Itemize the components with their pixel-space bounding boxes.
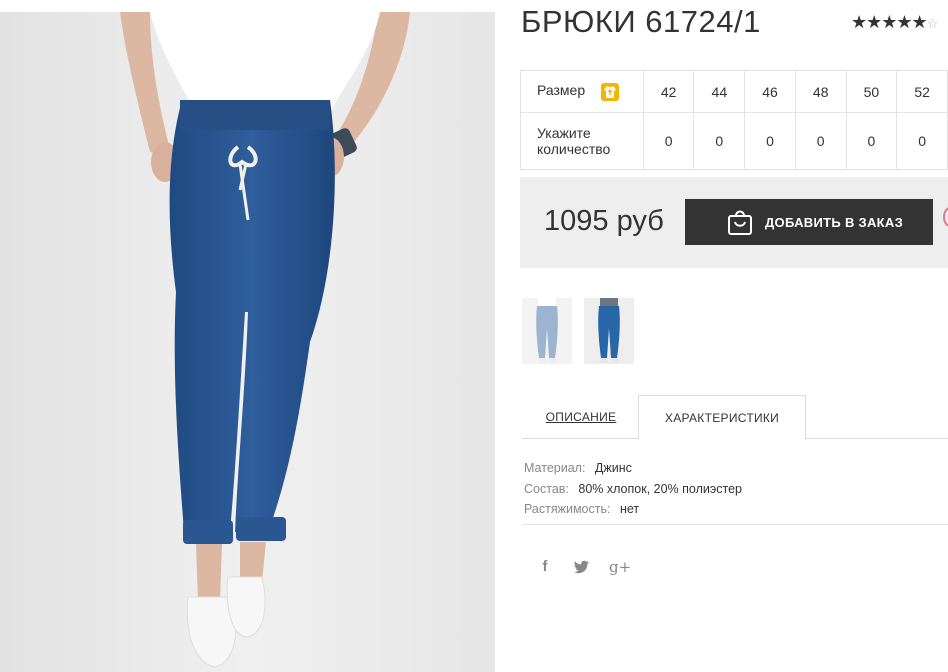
property-key: Материал: [524, 461, 586, 475]
quantity-label-line2: количество [537, 141, 611, 157]
shirt-size-icon[interactable] [601, 82, 620, 101]
quantity-input-46[interactable]: 0 [744, 112, 796, 170]
quantity-input-44[interactable]: 0 [693, 112, 746, 170]
add-to-order-button[interactable]: ДОБАВИТЬ В ЗАКАЗ [685, 199, 933, 245]
price-box: 1095 руб ДОБАВИТЬ В ЗАКАЗ [520, 177, 948, 268]
quantity-header: Укажите количество [520, 112, 644, 170]
quantity-input-50[interactable]: 0 [845, 112, 898, 170]
property-stretch: Растяжимость: нет [524, 499, 742, 520]
product-title: БРЮКИ 61724/1 [521, 4, 761, 39]
social-divider [522, 524, 948, 525]
size-46[interactable]: 46 [744, 70, 796, 113]
thumbnail-light-jeans[interactable] [522, 298, 572, 364]
tab-description[interactable]: ОПИСАНИЕ [522, 395, 640, 439]
size-50[interactable]: 50 [845, 70, 898, 113]
property-material: Материал: Джинс [524, 458, 742, 479]
rating-half-star: ★ [911, 12, 928, 32]
property-key: Состав: [524, 481, 569, 496]
size-48[interactable]: 48 [794, 70, 847, 113]
quantity-input-52[interactable]: 0 [896, 112, 948, 170]
size-44[interactable]: 44 [693, 70, 746, 113]
size-42[interactable]: 42 [642, 70, 695, 113]
property-key: Растяжимость: [524, 502, 611, 516]
jeans-model-illustration [0, 12, 495, 672]
tab-characteristics[interactable]: ХАРАКТЕРИСТИКИ [638, 395, 806, 440]
thumbnail-dark-jeans[interactable] [584, 298, 634, 364]
property-value: нет [619, 502, 640, 516]
price: 1095 руб [544, 205, 664, 237]
main-product-image[interactable] [0, 12, 495, 672]
rating-full-stars: ★★★★ [851, 12, 913, 32]
facebook-icon[interactable]: f [535, 557, 555, 577]
quantity-row: Укажите количество 0 0 0 0 0 0 [520, 112, 948, 170]
size-label: Размер [537, 82, 586, 99]
quantity-label-line1: Укажите [537, 125, 591, 141]
rating-stars[interactable]: ★★★★★☆ [851, 12, 939, 33]
size-52[interactable]: 52 [896, 70, 948, 113]
size-header: Размер [520, 70, 644, 113]
twitter-icon[interactable] [571, 557, 591, 577]
heart-icon[interactable] [943, 207, 948, 227]
property-value: Джинс [594, 461, 632, 475]
shopping-bag-icon [727, 208, 753, 239]
characteristics-list: Материал: Джинс Состав: 80% хлопок, 20% … [524, 458, 742, 520]
add-to-order-label: ДОБАВИТЬ В ЗАКАЗ [765, 215, 904, 230]
property-value: 80% хлопок, 20% полиэстер [578, 481, 742, 496]
property-composition: Состав: 80% хлопок, 20% полиэстер [524, 479, 742, 500]
quantity-input-42[interactable]: 0 [642, 112, 695, 170]
google-plus-icon[interactable]: g+ [609, 557, 631, 577]
quantity-input-48[interactable]: 0 [794, 112, 847, 170]
size-table: Размер 42 44 46 48 50 52 Укажите количес… [520, 70, 948, 170]
size-row: Размер 42 44 46 48 50 52 [520, 70, 948, 113]
rating-empty-star: ☆ [926, 16, 939, 31]
